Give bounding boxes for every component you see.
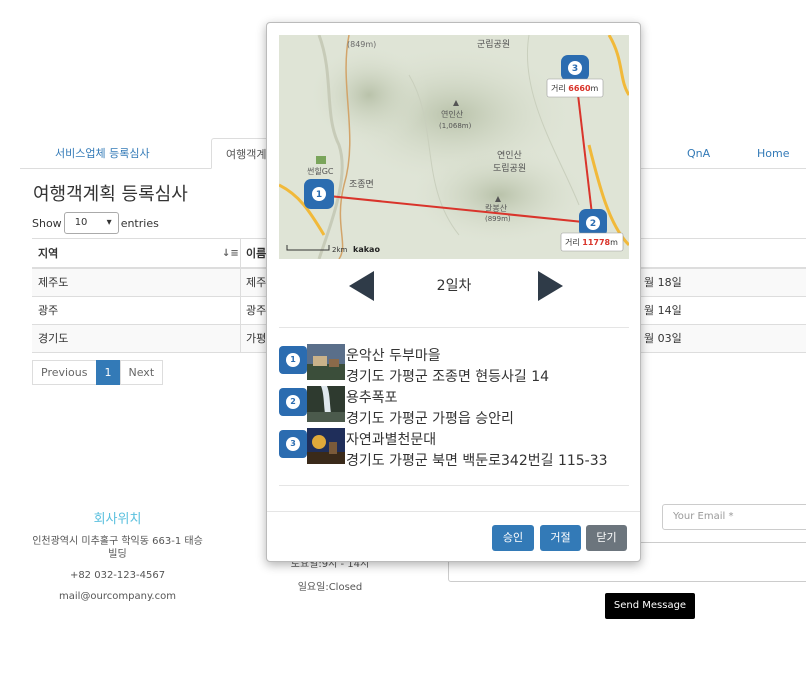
map-label-yeonin-park: 연인산 xyxy=(497,150,522,161)
map-label-peak: (849m) xyxy=(347,40,376,49)
cell-region: 광주 xyxy=(38,304,59,317)
distance-value: 6660 xyxy=(568,84,591,93)
place-number: 3 xyxy=(286,437,300,451)
cell-region: 경기도 xyxy=(38,332,69,345)
place-number-pin: 1 xyxy=(279,346,307,374)
map-label-yeonin-park-2: 도립공원 xyxy=(493,163,526,174)
svg-text:2: 2 xyxy=(590,219,596,229)
pagination-next[interactable]: Next xyxy=(119,360,164,385)
page: 서비스업체 등록심사 여행객계 QnA Home 여행객계획 등록심사 Show… xyxy=(0,0,806,677)
map-canvas: (849m) 군립공원 연인산 (1,068m) 연인산 도립공원 썬힐GC 조… xyxy=(279,35,629,259)
modal-footer: 승인 거절 닫기 xyxy=(267,511,640,561)
show-label: Show xyxy=(32,216,62,230)
entries-select[interactable]: 10 ▾ xyxy=(63,212,119,234)
footer-phone: +82 032-123-4567 xyxy=(69,570,166,581)
footer-sunday-hours: 일요일:Closed xyxy=(297,582,363,593)
column-divider xyxy=(240,239,241,267)
map-label-jojong: 조종면 xyxy=(349,179,374,190)
page-title: 여행객계획 등록심사 xyxy=(33,184,188,205)
cell-name: 가평 xyxy=(246,332,267,345)
map-marker-1[interactable]: 1 xyxy=(304,179,334,209)
tab-qna[interactable]: QnA xyxy=(673,138,724,169)
list-item[interactable]: 3 자연과별천문대 경기도 가평군 북면 백둔로342번길 115-33 xyxy=(279,427,629,469)
cell-date: 월 03일 xyxy=(644,332,682,345)
scale-label: 2km xyxy=(332,246,348,254)
pagination-page-1[interactable]: 1 xyxy=(95,360,121,385)
day-label: 2일차 xyxy=(436,278,472,294)
place-number-pin: 3 xyxy=(279,430,307,458)
place-address: 경기도 가평군 가평읍 승안리 xyxy=(346,411,514,427)
map-marker-3[interactable]: 3 xyxy=(561,55,589,81)
entries-label: entries xyxy=(120,216,159,230)
place-thumbnail xyxy=(307,386,345,422)
footer-email: mail@ourcompany.com xyxy=(59,591,176,602)
next-day-arrow-icon[interactable] xyxy=(538,271,563,301)
chevron-down-icon: ▾ xyxy=(106,217,112,228)
list-item[interactable]: 1 운악산 두부마을 경기도 가평군 조종면 현등사길 14 xyxy=(279,343,629,385)
cell-region: 제주도 xyxy=(38,276,69,289)
tab-service-review[interactable]: 서비스업체 등록심사 xyxy=(41,138,164,169)
map-label-yeonin-peak: 연인산 xyxy=(441,109,464,119)
list-item[interactable]: 2 용추폭포 경기도 가평군 가평읍 승안리 xyxy=(279,385,629,427)
send-message-button[interactable]: Send Message xyxy=(605,593,695,619)
column-header-name[interactable]: 이름 xyxy=(246,239,266,268)
place-name: 자연과별천문대 xyxy=(346,432,437,448)
column-header-region[interactable]: 지역 xyxy=(38,239,58,268)
place-number-pin: 2 xyxy=(279,388,307,416)
divider xyxy=(279,327,629,328)
entries-select-value: 10 xyxy=(74,217,88,228)
svg-text:거리 6660m: 거리 6660m xyxy=(551,84,599,93)
entries-control: Show 10 ▾ entries xyxy=(32,212,159,234)
cell-date: 월 18일 xyxy=(644,276,682,289)
cell-name: 제주 xyxy=(246,276,267,289)
place-number: 1 xyxy=(286,353,300,367)
close-button[interactable]: 닫기 xyxy=(586,525,627,551)
distance-unit: m xyxy=(610,238,618,247)
email-field[interactable]: Your Email * xyxy=(662,504,806,530)
pagination-previous[interactable]: Previous xyxy=(32,360,97,385)
svg-text:거리 11778m: 거리 11778m xyxy=(565,238,618,247)
distance-label-marker-3: 거리 6660m xyxy=(546,78,604,98)
svg-text:3: 3 xyxy=(572,64,578,74)
distance-unit: m xyxy=(591,84,599,93)
map-label-yeonin-height: (1,068m) xyxy=(439,122,472,130)
tab-home[interactable]: Home xyxy=(743,138,803,169)
place-thumbnail xyxy=(307,344,345,380)
footer-location-title: 회사위치 xyxy=(93,512,142,527)
approve-button[interactable]: 승인 xyxy=(492,525,534,551)
sort-icon[interactable]: ↓≡ xyxy=(222,239,239,268)
map-brand-logo: kakao xyxy=(353,245,380,254)
route-map[interactable]: (849m) 군립공원 연인산 (1,068m) 연인산 도립공원 썬힐GC 조… xyxy=(279,35,629,259)
cell-name: 광주 xyxy=(246,304,267,317)
pagination: Previous 1 Next xyxy=(32,360,164,385)
place-name: 운악산 두부마을 xyxy=(346,348,441,364)
place-list: 1 운악산 두부마을 경기도 가평군 조종면 현등사길 14 2 용추폭포 경기… xyxy=(279,343,629,469)
svg-text:1: 1 xyxy=(316,190,322,200)
footer-address: 인천광역시 미추홀구 학익동 663-1 태승빌딩 xyxy=(32,536,203,560)
distance-label-marker-2: 거리 11778m xyxy=(560,232,624,252)
place-name: 용추폭포 xyxy=(346,390,398,406)
place-thumbnail xyxy=(307,428,345,464)
golf-icon xyxy=(316,156,326,164)
column-divider xyxy=(240,325,241,352)
distance-value: 11778 xyxy=(582,238,610,247)
place-number: 2 xyxy=(286,395,300,409)
cell-date: 월 14일 xyxy=(644,304,682,317)
column-divider xyxy=(240,269,241,296)
distance-prefix: 거리 xyxy=(565,238,582,247)
map-label-golf: 썬힐GC xyxy=(307,166,334,176)
column-divider xyxy=(240,297,241,324)
divider xyxy=(279,485,629,486)
distance-prefix: 거리 xyxy=(551,84,568,93)
place-address: 경기도 가평군 북면 백둔로342번길 115-33 xyxy=(346,453,608,469)
day-navigation: 2일차 xyxy=(279,267,629,307)
footer-location: 회사위치 인천광역시 미추홀구 학익동 663-1 태승빌딩 +82 032-1… xyxy=(30,508,205,611)
place-address: 경기도 가평군 조종면 현등사길 14 xyxy=(346,369,550,385)
map-label-kalbong-height: (899m) xyxy=(485,215,511,223)
map-label-park-top: 군립공원 xyxy=(477,39,510,50)
travel-plan-modal: (849m) 군립공원 연인산 (1,068m) 연인산 도립공원 썬힐GC 조… xyxy=(266,22,641,562)
reject-button[interactable]: 거절 xyxy=(540,525,581,551)
